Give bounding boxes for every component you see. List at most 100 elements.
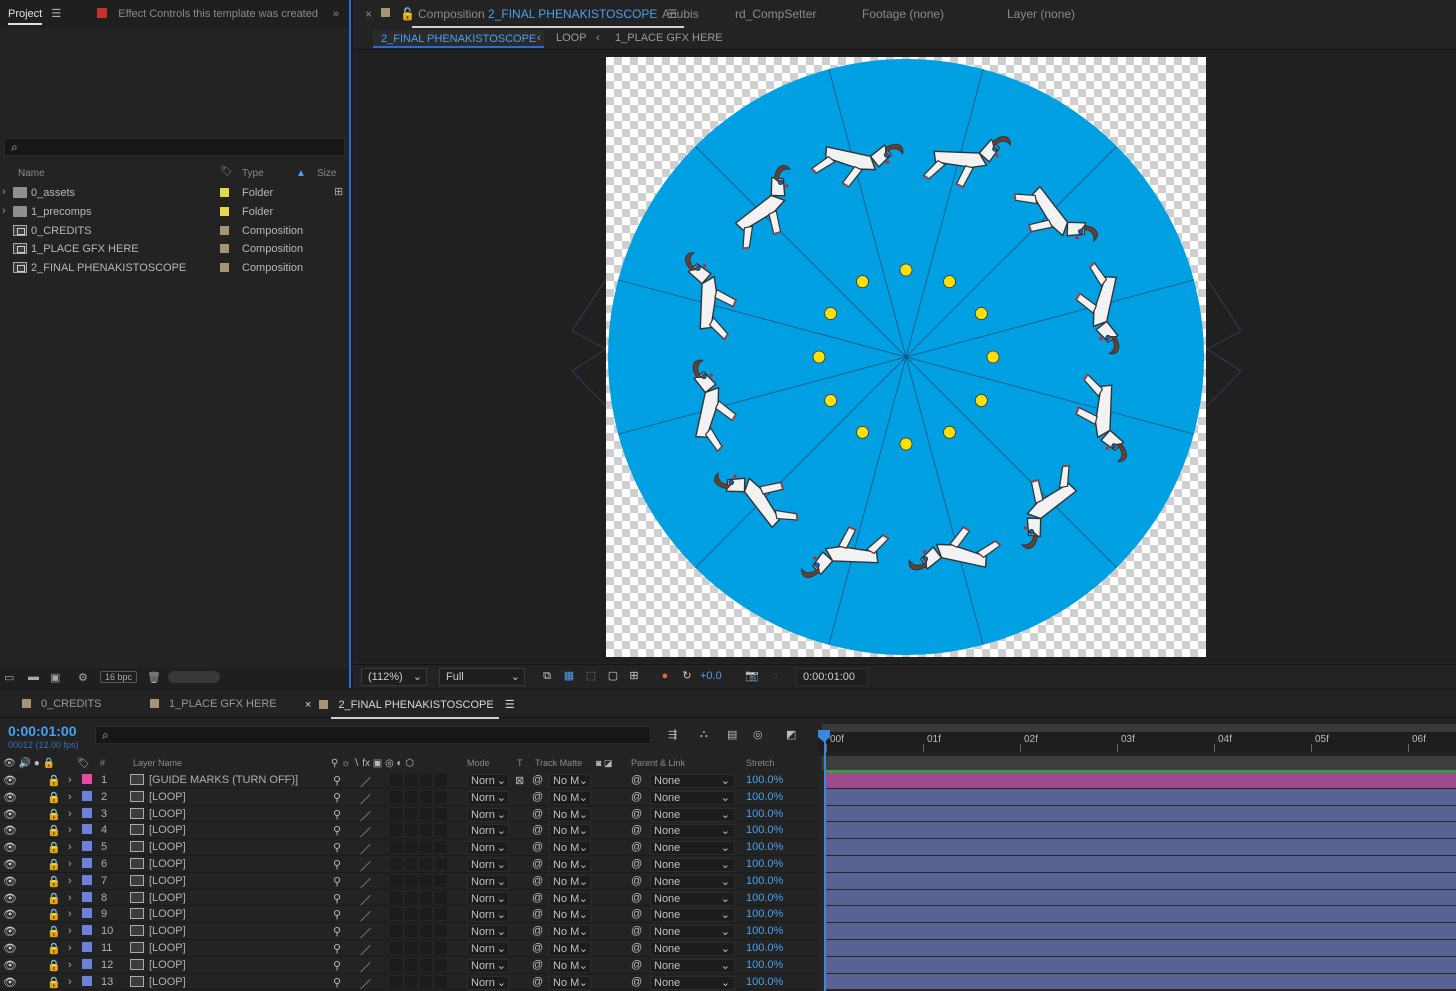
frame-blend-switch[interactable] <box>405 908 417 921</box>
fx-switch[interactable] <box>390 807 402 820</box>
shy-switch-icon[interactable]: ⚲ <box>333 925 341 938</box>
track-matte-dropdown[interactable]: No M ⌄ <box>549 908 591 923</box>
grid-guides-icon[interactable]: ⊞ <box>627 669 641 683</box>
parent-dropdown[interactable]: None ⌄ <box>650 824 735 839</box>
tab-timeline-credits[interactable]: 0_CREDITS <box>22 698 102 710</box>
column-layer-name[interactable]: Layer Name <box>133 758 182 768</box>
shy-switch-icon[interactable]: ⚲ <box>333 791 341 804</box>
adjustment-switch[interactable] <box>435 958 447 971</box>
matte-link-icon[interactable]: @ <box>532 841 543 853</box>
timeline-timecode[interactable]: 0:00:01:00 <box>8 723 77 739</box>
new-folder-icon[interactable]: ▬ <box>28 671 39 683</box>
eye-icon[interactable]: 👁 <box>3 841 17 854</box>
layer-name[interactable]: [GUIDE MARKS (TURN OFF)] <box>149 774 298 786</box>
label-swatch[interactable] <box>220 188 229 197</box>
layer-duration-bar[interactable] <box>825 923 1456 939</box>
fx-switch[interactable] <box>390 874 402 887</box>
pick-whip-icon[interactable]: @ <box>631 892 642 904</box>
parent-dropdown[interactable]: None ⌄ <box>650 858 735 872</box>
parent-dropdown[interactable]: None ⌄ <box>650 774 735 788</box>
layer-row[interactable]: 👁 🔒 › 6 [LOOP] ⚲ ／ Norn ⌄ @ No M ⌄ @ None ⌄ 100.0% <box>0 856 818 873</box>
layer-label-swatch[interactable] <box>82 908 92 919</box>
pick-whip-icon[interactable]: @ <box>631 875 642 887</box>
panel-menu-icon[interactable]: ☰ <box>505 699 515 711</box>
stretch-value[interactable]: 100.0% <box>746 892 783 904</box>
lock-icon[interactable]: 🔒 <box>47 908 61 921</box>
chevron-right-icon[interactable]: › <box>68 774 72 786</box>
lock-icon[interactable]: 🔒 <box>47 959 61 972</box>
shy-switch-icon[interactable]: ⚲ <box>333 959 341 972</box>
parent-dropdown[interactable]: None ⌄ <box>650 807 735 822</box>
motion-blur-switch[interactable] <box>420 874 432 887</box>
lock-icon[interactable]: 🔓 <box>400 7 415 21</box>
frame-blend-switch[interactable] <box>405 975 417 988</box>
motion-blur-switch[interactable] <box>420 774 432 786</box>
tab-composition[interactable]: Composition 2_FINAL PHENAKISTOSCOPE ☰ <box>412 7 684 28</box>
layer-duration-bar[interactable] <box>825 956 1456 973</box>
pick-whip-icon[interactable]: @ <box>631 791 642 803</box>
time-ruler[interactable]: 00f 01f 02f 03f 04f 05f 06f <box>818 718 1456 752</box>
layer-label-swatch[interactable] <box>82 858 92 868</box>
layer-name[interactable]: [LOOP] <box>149 875 186 887</box>
layer-label-swatch[interactable] <box>82 942 92 952</box>
motion-blur-switch[interactable] <box>420 958 432 971</box>
close-icon[interactable]: × <box>305 699 311 711</box>
frame-blend-switch[interactable] <box>405 891 417 904</box>
adjustment-switch[interactable] <box>435 891 447 904</box>
reset-exposure-icon[interactable]: ↻ <box>680 669 694 683</box>
project-item[interactable]: 0_CREDITS Composition <box>0 222 349 240</box>
layer-row[interactable]: 👁 🔒 › 11 [LOOP] ⚲ ／ Norn ⌄ @ No M ⌄ @ None ⌄ 100.0% <box>0 940 818 957</box>
eye-icon[interactable]: 👁 <box>3 976 17 989</box>
track-matte-dropdown[interactable]: No M ⌄ <box>549 841 591 856</box>
adjustment-switch[interactable] <box>435 790 447 803</box>
chevron-right-icon[interactable]: › <box>68 976 72 988</box>
composition-viewer[interactable] <box>353 51 1456 663</box>
column-size[interactable]: Size <box>317 168 336 179</box>
track-matte-dropdown[interactable]: No M ⌄ <box>549 942 591 956</box>
stretch-value[interactable]: 100.0% <box>746 774 783 786</box>
project-search-input[interactable]: ⌕ <box>4 138 345 156</box>
pick-whip-icon[interactable]: @ <box>631 908 642 920</box>
tab-timeline-final[interactable]: × 2_FINAL PHENAKISTOSCOPE ☰ <box>305 698 515 719</box>
layer-label-swatch[interactable] <box>82 824 92 835</box>
chevron-right-icon[interactable]: › <box>68 841 72 853</box>
fx-switch[interactable] <box>390 891 402 904</box>
layer-name[interactable]: [LOOP] <box>149 858 186 870</box>
tab-timeline-place-gfx[interactable]: 1_PLACE GFX HERE <box>150 698 277 710</box>
layer-name[interactable]: [LOOP] <box>149 892 186 904</box>
mode-dropdown[interactable]: Norn ⌄ <box>467 841 509 856</box>
mode-dropdown[interactable]: Norn ⌄ <box>467 858 509 872</box>
layer-duration-bar[interactable] <box>825 822 1456 839</box>
preserve-transparency-icon[interactable]: ⊠ <box>515 774 524 787</box>
layer-name[interactable]: [LOOP] <box>149 791 186 803</box>
parent-dropdown[interactable]: None ⌄ <box>650 891 735 906</box>
show-snapshot-icon[interactable]: ◌ <box>767 669 781 683</box>
lock-icon[interactable]: 🔒 <box>47 875 61 888</box>
quality-switch-icon[interactable]: ／ <box>360 959 371 975</box>
parent-dropdown[interactable]: None ⌄ <box>650 975 735 990</box>
interpret-footage-icon[interactable]: ▭ <box>4 671 14 684</box>
quality-switch-icon[interactable]: ／ <box>360 908 371 924</box>
chevron-right-icon[interactable]: › <box>68 908 72 920</box>
fx-switch[interactable] <box>390 908 402 921</box>
motion-blur-switch[interactable] <box>420 891 432 904</box>
quality-switch-icon[interactable]: ／ <box>360 942 371 958</box>
motion-blur-switch[interactable] <box>420 942 432 954</box>
label-swatch[interactable] <box>220 244 229 254</box>
adjustment-switch[interactable] <box>435 841 447 854</box>
eye-icon[interactable]: 👁 <box>3 858 17 871</box>
layer-row[interactable]: 👁 🔒 › 2 [LOOP] ⚲ ／ Norn ⌄ @ No M ⌄ @ None ⌄ 100.0% <box>0 789 818 806</box>
stretch-value[interactable]: 100.0% <box>746 942 783 954</box>
eye-icon[interactable]: 👁 <box>3 908 17 921</box>
shy-switch-icon[interactable]: ⚲ <box>333 808 341 821</box>
chevron-right-icon[interactable]: › <box>68 892 72 904</box>
project-item[interactable]: › 0_assets Folder <box>0 184 349 202</box>
pick-whip-icon[interactable]: @ <box>631 959 642 971</box>
layer-duration-bar[interactable] <box>825 856 1456 872</box>
parent-dropdown[interactable]: None ⌄ <box>650 942 735 956</box>
chevron-right-icon[interactable]: › <box>2 205 6 217</box>
pick-whip-icon[interactable]: @ <box>631 824 642 836</box>
motion-blur-switch[interactable] <box>420 925 432 938</box>
frame-blend-switch[interactable] <box>405 790 417 803</box>
matte-link-icon[interactable]: @ <box>532 959 543 971</box>
